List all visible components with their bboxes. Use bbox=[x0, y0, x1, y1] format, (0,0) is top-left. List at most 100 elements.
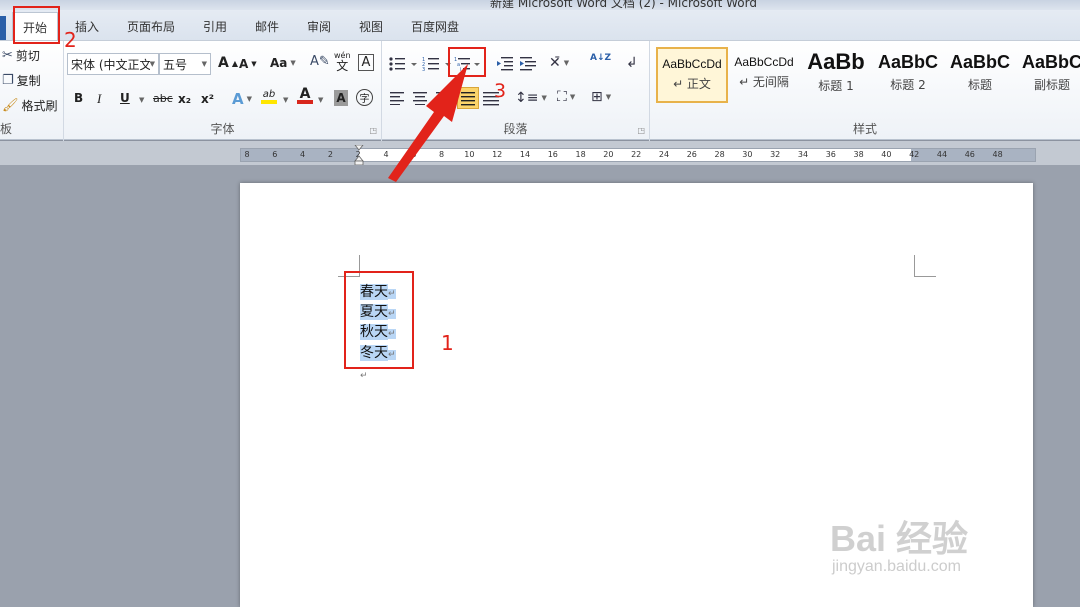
ruler-tick: 40 bbox=[881, 150, 892, 159]
phonetic-guide-button[interactable]: wén 文 bbox=[334, 51, 351, 73]
style-no-spacing[interactable]: AaBbCcDd ↵ 无间隔 bbox=[728, 47, 800, 103]
ruler-tick: 24 bbox=[658, 150, 670, 159]
show-hide-marks-button[interactable]: ↲ bbox=[626, 55, 638, 71]
font-group-label: 字体 bbox=[210, 122, 235, 136]
ruler-tick: 32 bbox=[770, 150, 781, 159]
style-name: ↵ 无间隔 bbox=[739, 75, 789, 89]
margin-corner-top-right bbox=[914, 255, 936, 277]
chevron-down-icon: ▼ bbox=[149, 60, 155, 68]
dialog-launcher-icon[interactable]: ◳ bbox=[369, 126, 377, 135]
grow-font-button[interactable]: A ▲ bbox=[218, 55, 238, 71]
enclose-characters-icon: 字 bbox=[359, 94, 370, 105]
font-family-combo[interactable]: 宋体 (中文正文 ▼ bbox=[67, 53, 159, 75]
style-name: 标题 2 bbox=[890, 78, 926, 92]
tab-insert[interactable]: 插入 bbox=[75, 18, 99, 35]
clear-format-button[interactable]: A✎ bbox=[310, 55, 330, 68]
format-painter-label: 格式刷 bbox=[21, 99, 58, 113]
font-family-value: 宋体 (中文正文 bbox=[71, 57, 150, 72]
clipboard-group-label: 板 bbox=[0, 122, 13, 136]
increase-indent-button[interactable] bbox=[519, 56, 537, 72]
ruler-tick: 14 bbox=[519, 150, 531, 159]
font-color-button[interactable]: A bbox=[297, 87, 313, 104]
dialog-launcher-icon[interactable]: ◳ bbox=[637, 126, 645, 135]
decrease-indent-button[interactable] bbox=[496, 56, 514, 72]
shading-button[interactable]: ⛶ ▼ bbox=[557, 89, 575, 105]
ruler-tick: 20 bbox=[603, 150, 614, 159]
annotation-arrow-icon bbox=[388, 64, 468, 182]
tab-baidu-netdisk[interactable]: 百度网盘 bbox=[411, 18, 459, 35]
ruler-tick: 16 bbox=[547, 150, 558, 159]
chinese-layout-button[interactable]: ✕̄ ▼ bbox=[549, 55, 569, 71]
style-name: ↵ 正文 bbox=[673, 77, 711, 91]
clear-format-icon: A✎ bbox=[310, 54, 330, 69]
style-sample: AaBbCcDd bbox=[734, 55, 794, 69]
paragraph-mark: ↵ bbox=[360, 371, 368, 381]
line-spacing-button[interactable]: ↕≡ ▼ bbox=[515, 90, 547, 106]
copy-icon: ❐ bbox=[2, 73, 14, 88]
character-border-button[interactable]: A bbox=[358, 54, 374, 71]
ribbon-tab-row: 开始 插入 页面布局 引用 邮件 审阅 视图 百度网盘 bbox=[0, 10, 1080, 42]
annotation-number-3: 3 bbox=[494, 80, 507, 102]
tab-view[interactable]: 视图 bbox=[359, 18, 383, 35]
annotation-number-2: 2 bbox=[64, 28, 77, 52]
character-shading-button[interactable]: A bbox=[334, 90, 348, 106]
style-sample: AaBbC bbox=[1021, 52, 1080, 72]
border-grid-icon: ⊞ bbox=[591, 89, 603, 105]
tab-mailings[interactable]: 邮件 bbox=[255, 18, 279, 35]
highlight-button[interactable]: ab bbox=[261, 89, 277, 104]
shrink-font-button[interactable]: A ▼ bbox=[239, 57, 257, 71]
underline-icon: U bbox=[120, 91, 130, 105]
styles-group-label: 样式 bbox=[852, 122, 877, 136]
italic-button[interactable]: I bbox=[97, 91, 101, 107]
bold-button[interactable]: B bbox=[74, 91, 83, 105]
enclose-characters-button[interactable]: 字 bbox=[356, 89, 373, 106]
pinyin-char: 文 bbox=[336, 59, 349, 73]
tab-page-layout[interactable]: 页面布局 bbox=[127, 18, 175, 35]
ruler-tick: 46 bbox=[964, 150, 975, 159]
style-name: 副标题 bbox=[1033, 78, 1070, 92]
text-effects-button[interactable]: A ▼ bbox=[232, 90, 252, 108]
title-bar: 新建 Microsoft Word 文档 (2) - Microsoft Wor… bbox=[0, 0, 1080, 10]
font-size-value: 五号 bbox=[163, 57, 188, 72]
underline-button[interactable]: U bbox=[120, 91, 130, 105]
copy-button[interactable]: ❐ 复制 bbox=[2, 72, 41, 89]
tab-review[interactable]: 审阅 bbox=[307, 18, 331, 35]
borders-button[interactable]: ⊞ ▼ bbox=[591, 89, 611, 105]
ruler-tick: 48 bbox=[992, 150, 1003, 159]
ruler-tick: 22 bbox=[631, 150, 642, 159]
highlight-color-bar bbox=[261, 100, 277, 104]
superscript-button[interactable]: x² bbox=[201, 92, 214, 106]
highlight-dropdown-icon[interactable]: ▼ bbox=[283, 96, 288, 104]
window-title: 新建 Microsoft Word 文档 (2) - Microsoft Wor… bbox=[490, 0, 757, 10]
style-sample: AaBbC bbox=[949, 52, 1010, 72]
style-normal[interactable]: AaBbCcDd ↵ 正文 bbox=[656, 47, 728, 103]
underline-dropdown-icon[interactable]: ▼ bbox=[139, 96, 144, 104]
font-size-combo[interactable]: 五号 ▼ bbox=[159, 53, 211, 75]
indent-marker-icon[interactable] bbox=[354, 145, 364, 166]
style-heading-1[interactable]: AaBb 标题 1 bbox=[800, 47, 872, 103]
ruler-tick: 26 bbox=[686, 150, 697, 159]
ruler-tick: 36 bbox=[825, 150, 836, 159]
subscript-button[interactable]: x₂ bbox=[178, 92, 191, 106]
strikethrough-button[interactable]: abc bbox=[153, 92, 173, 105]
grow-font-icon: A bbox=[218, 55, 229, 71]
ruler-tick: 30 bbox=[742, 150, 753, 159]
style-subtitle[interactable]: AaBbC 副标题 bbox=[1016, 47, 1080, 103]
paragraph-mark-icon: ↲ bbox=[626, 55, 638, 71]
format-painter-button[interactable]: 🖌 格式刷 bbox=[2, 97, 58, 114]
ribbon: ✂ 剪切 ❐ 复制 🖌 格式刷 板 宋体 (中文正文 ▼ 五号 ▼ A ▲ A ▼ … bbox=[0, 40, 1080, 141]
style-title[interactable]: AaBbC 标题 bbox=[944, 47, 1016, 103]
text-effects-icon: A bbox=[232, 90, 244, 108]
cut-button[interactable]: ✂ 剪切 bbox=[2, 47, 40, 64]
annotation-number-1: 1 bbox=[441, 331, 454, 355]
styles-group: AaBbCcDd ↵ 正文 AaBbCcDd ↵ 无间隔 AaBb 标题 1 A… bbox=[650, 41, 1080, 141]
style-sample: AaBbC bbox=[877, 52, 938, 72]
chevron-down-icon: ▼ bbox=[201, 60, 207, 68]
style-heading-2[interactable]: AaBbC 标题 2 bbox=[872, 47, 944, 103]
tab-references[interactable]: 引用 bbox=[203, 18, 227, 35]
change-case-button[interactable]: Aa ▼ bbox=[270, 56, 296, 70]
file-tab[interactable] bbox=[0, 16, 6, 42]
baidu-jingyan-watermark: Bai 经验 bbox=[830, 518, 969, 559]
sort-button[interactable]: A↓Z bbox=[590, 54, 611, 63]
font-color-dropdown-icon[interactable]: ▼ bbox=[318, 96, 323, 104]
